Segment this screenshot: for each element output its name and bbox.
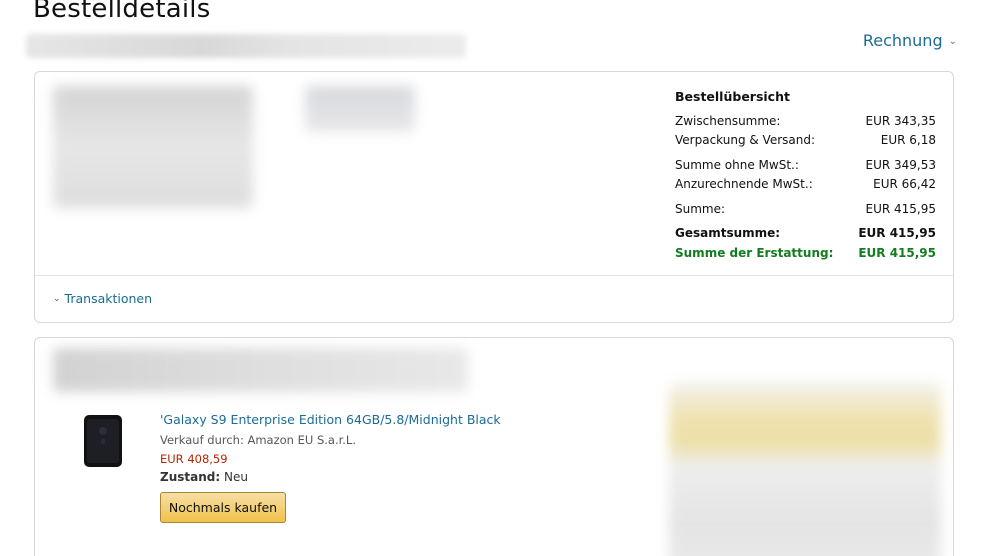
redacted-order-info bbox=[26, 34, 466, 58]
condition-value: Neu bbox=[223, 470, 248, 484]
summary-heading: Bestellübersicht bbox=[675, 89, 790, 104]
transactions-toggle[interactable]: ⌄ Transaktionen bbox=[53, 291, 152, 306]
chevron-down-icon: ⌄ bbox=[948, 36, 957, 47]
order-summary-card: Bestellübersicht Zwischensumme: EUR 343,3… bbox=[34, 71, 954, 323]
seller-text: Verkauf durch: Amazon EU S.a.r.L. bbox=[160, 433, 356, 447]
order-item-card: 'Galaxy S9 Enterprise Edition 64GB/5.8/M… bbox=[34, 337, 954, 556]
invoice-label: Rechnung bbox=[862, 31, 943, 50]
product-image[interactable] bbox=[83, 415, 123, 467]
condition-label: Zustand: bbox=[160, 470, 221, 484]
summary-row-shipping: Verpackung & Versand: EUR 6,18 bbox=[675, 133, 936, 148]
redacted-shipping-address bbox=[53, 86, 253, 208]
summary-row-net: Summe ohne MwSt.: EUR 349,53 bbox=[675, 157, 936, 172]
item-condition: Zustand: Neu bbox=[160, 470, 248, 484]
order-summary: Bestellübersicht Zwischensumme: EUR 343,3… bbox=[675, 89, 936, 263]
redacted-payment-method bbox=[305, 86, 415, 132]
summary-row-refund: Summe der Erstattung: EUR 415,95 bbox=[675, 245, 936, 260]
summary-row-total: Gesamtsumme: EUR 415,95 bbox=[675, 226, 936, 241]
invoice-dropdown[interactable]: Rechnung ⌄ bbox=[863, 31, 957, 50]
redacted-delivery-status bbox=[53, 348, 468, 392]
buy-again-button[interactable]: Nochmals kaufen bbox=[160, 492, 286, 523]
summary-row-sum: Summe: EUR 415,95 bbox=[675, 201, 936, 216]
chevron-down-icon: ⌄ bbox=[53, 293, 61, 304]
page-title: Bestelldetails bbox=[33, 0, 211, 24]
redacted-action-buttons bbox=[669, 382, 941, 556]
transactions-label: Transaktionen bbox=[64, 291, 153, 306]
divider bbox=[35, 275, 953, 276]
product-title-link[interactable]: 'Galaxy S9 Enterprise Edition 64GB/5.8/M… bbox=[160, 412, 501, 427]
item-price: EUR 408,59 bbox=[160, 452, 228, 466]
summary-row-vat: Anzurechnende MwSt.: EUR 66,42 bbox=[675, 177, 936, 192]
summary-row-subtotal: Zwischensumme: EUR 343,35 bbox=[675, 113, 936, 128]
